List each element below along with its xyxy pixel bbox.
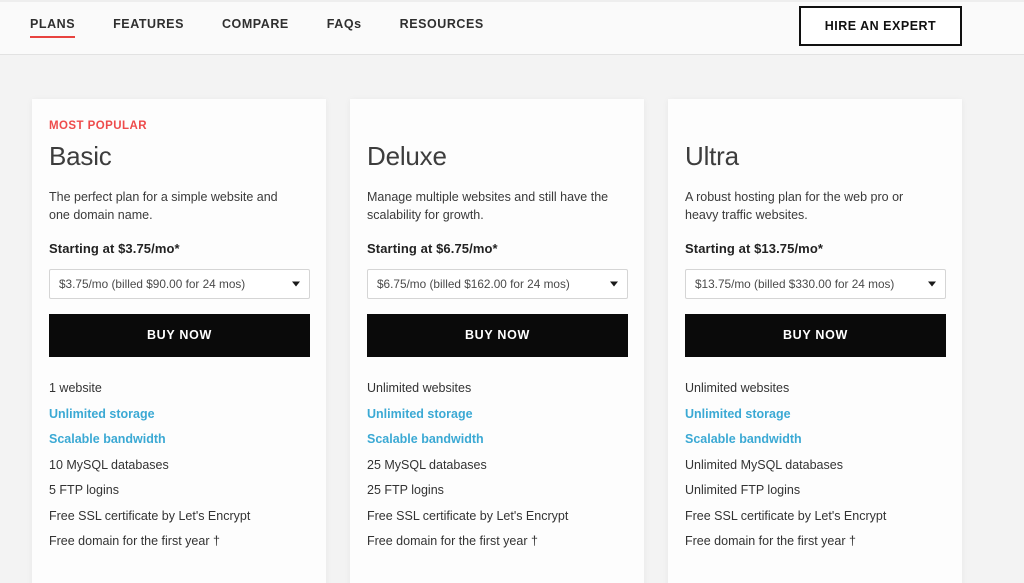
list-item: 25 MySQL databases <box>367 457 487 472</box>
billing-term-select[interactable]: $3.75/mo (billed $90.00 for 24 mos) <box>49 268 310 299</box>
plan-description: A robust hosting plan for the web pro or… <box>685 189 904 223</box>
primary-nav: PLANS FEATURES COMPARE FAQs RESOURCES <box>30 0 484 54</box>
buy-now-button[interactable]: BUY NOW <box>49 313 310 357</box>
list-item: Free SSL certificate by Let's Encrypt <box>367 508 569 523</box>
pricing-card-basic: MOST POPULAR Basic The perfect plan for … <box>32 99 326 583</box>
nav-item-compare[interactable]: COMPARE <box>222 18 289 36</box>
list-item[interactable]: Scalable bandwidth <box>685 427 945 453</box>
list-item: 10 MySQL databases <box>49 457 169 472</box>
pricing-card-deluxe: Deluxe Manage multiple websites and stil… <box>350 99 644 583</box>
plan-title: Ultra <box>685 141 739 171</box>
chevron-down-icon <box>292 281 300 287</box>
list-item: Free domain for the first year † <box>367 534 538 549</box>
plan-starting-price: Starting at $6.75/mo* <box>367 240 498 256</box>
list-item[interactable]: Unlimited storage <box>49 401 309 427</box>
list-item[interactable]: Unlimited storage <box>367 401 627 427</box>
list-item: Free domain for the first year † <box>49 534 220 549</box>
plan-title: Basic <box>49 141 112 171</box>
plan-title: Deluxe <box>367 141 447 171</box>
chevron-down-icon <box>610 281 618 287</box>
list-item: Unlimited websites <box>685 381 790 396</box>
pricing-cards-area: MOST POPULAR Basic The perfect plan for … <box>0 55 1024 583</box>
nav-item-faqs[interactable]: FAQs <box>327 18 362 36</box>
feature-list: Unlimited websites Unlimited storage Sca… <box>685 376 945 555</box>
nav-item-plans[interactable]: PLANS <box>30 18 76 38</box>
list-item: Free domain for the first year † <box>685 534 856 549</box>
billing-term-select[interactable]: $6.75/mo (billed $162.00 for 24 mos) <box>367 268 628 299</box>
list-item: 25 FTP logins <box>367 483 444 498</box>
site-header: PLANS FEATURES COMPARE FAQs RESOURCES HI… <box>0 0 1024 55</box>
buy-now-button[interactable]: BUY NOW <box>685 313 946 357</box>
list-item: Free SSL certificate by Let's Encrypt <box>49 508 251 523</box>
buy-now-button[interactable]: BUY NOW <box>367 313 628 357</box>
billing-term-value: $13.75/mo (billed $330.00 for 24 mos) <box>695 276 895 291</box>
nav-item-resources[interactable]: RESOURCES <box>400 18 484 36</box>
feature-list: 1 website Unlimited storage Scalable ban… <box>49 376 309 555</box>
feature-list: Unlimited websites Unlimited storage Sca… <box>367 376 627 555</box>
list-item: 5 FTP logins <box>49 483 119 498</box>
hire-an-expert-button[interactable]: HIRE AN EXPERT <box>799 6 962 46</box>
list-item[interactable]: Unlimited storage <box>685 401 945 427</box>
list-item[interactable]: Scalable bandwidth <box>367 427 627 453</box>
plan-description: The perfect plan for a simple website an… <box>49 189 278 223</box>
plan-starting-price: Starting at $13.75/mo* <box>685 240 824 256</box>
billing-term-select[interactable]: $13.75/mo (billed $330.00 for 24 mos) <box>685 268 946 299</box>
most-popular-badge: MOST POPULAR <box>49 120 148 132</box>
pricing-card-ultra: Ultra A robust hosting plan for the web … <box>668 99 962 583</box>
list-item: Free SSL certificate by Let's Encrypt <box>685 508 887 523</box>
list-item[interactable]: Scalable bandwidth <box>49 427 309 453</box>
plan-starting-price: Starting at $3.75/mo* <box>49 240 180 256</box>
list-item: Unlimited FTP logins <box>685 483 801 498</box>
billing-term-value: $3.75/mo (billed $90.00 for 24 mos) <box>59 276 246 291</box>
list-item: Unlimited MySQL databases <box>685 457 843 472</box>
billing-term-value: $6.75/mo (billed $162.00 for 24 mos) <box>377 276 570 291</box>
plan-description: Manage multiple websites and still have … <box>367 189 609 223</box>
list-item: 1 website <box>49 381 102 396</box>
nav-item-features[interactable]: FEATURES <box>113 18 184 36</box>
chevron-down-icon <box>928 281 936 287</box>
list-item: Unlimited websites <box>367 381 472 396</box>
